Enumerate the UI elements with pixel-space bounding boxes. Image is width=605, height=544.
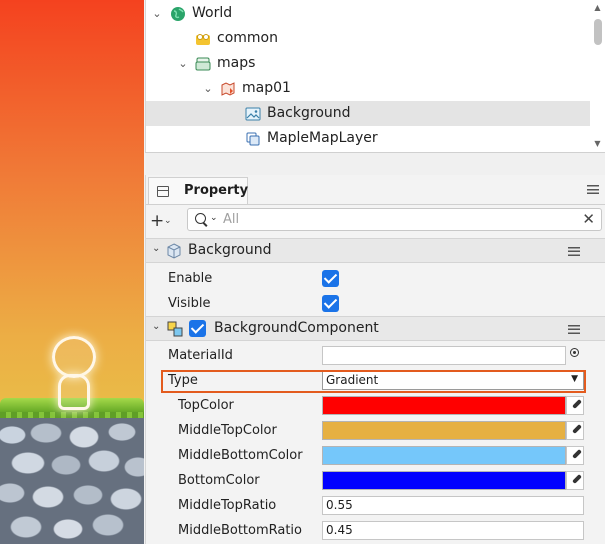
- chevron-down-icon[interactable]: ⌄: [152, 243, 160, 254]
- hierarchy-panel: ⌄ World common ⌄ maps ⌄ map01 Background: [145, 0, 605, 152]
- section-entity-background[interactable]: ⌄ Background: [146, 238, 605, 263]
- panel-splitter[interactable]: [145, 152, 605, 176]
- tree-item-common[interactable]: common: [146, 26, 590, 51]
- section-menu-icon[interactable]: [568, 247, 580, 256]
- tree-item-label: maps: [217, 55, 256, 71]
- scroll-up-icon[interactable]: ▲: [591, 2, 604, 14]
- archive-box-icon: [156, 186, 169, 197]
- tab-label: Property: [184, 183, 249, 198]
- chevron-down-icon[interactable]: ⌄: [210, 213, 218, 223]
- tree-item-label: Background: [267, 105, 351, 121]
- rocky-ground: [0, 405, 144, 544]
- chevron-down-icon[interactable]: ⌄: [176, 51, 190, 76]
- property-panel: Property + ⌄ ⌄ All ✕ ⌄ Background Enable…: [145, 175, 605, 544]
- bottomcolor-label: BottomColor: [178, 473, 260, 488]
- tree-item-maps[interactable]: ⌄ maps: [146, 51, 590, 76]
- chevron-down-icon[interactable]: ⌄: [150, 1, 164, 26]
- middletopratio-label: MiddleTopRatio: [178, 498, 277, 513]
- scroll-down-icon[interactable]: ▼: [591, 138, 604, 150]
- tree-item-label: World: [192, 5, 233, 21]
- middlebottomratio-field[interactable]: 0.45: [322, 521, 584, 540]
- middlebottomcolor-row: MiddleBottomColor: [146, 444, 590, 469]
- topcolor-swatch[interactable]: [322, 396, 566, 415]
- materialid-row: MaterialId: [146, 344, 590, 369]
- player-character: [46, 336, 98, 412]
- property-toolbar: + ⌄ ⌄ All ✕: [146, 206, 605, 236]
- scroll-thumb[interactable]: [594, 19, 602, 45]
- panel-menu-icon[interactable]: [587, 185, 599, 194]
- enable-label: Enable: [168, 271, 213, 286]
- visible-row: Visible: [146, 292, 590, 317]
- bottomcolor-swatch[interactable]: [322, 471, 566, 490]
- materialid-field[interactable]: [322, 346, 566, 365]
- tree-item-label: map01: [242, 80, 291, 96]
- eyedropper-icon[interactable]: [566, 446, 584, 465]
- component-enable-checkbox[interactable]: [189, 320, 206, 337]
- search-icon: [195, 213, 206, 224]
- section-label: Background: [188, 242, 272, 258]
- common-folder-icon: [195, 31, 211, 47]
- topcolor-row: TopColor: [146, 394, 590, 419]
- player-head: [52, 336, 96, 378]
- middlebottomcolor-swatch[interactable]: [322, 446, 566, 465]
- middletopratio-row: MiddleTopRatio 0.55: [146, 494, 590, 519]
- visible-checkbox[interactable]: [322, 295, 339, 312]
- globe-icon: [170, 6, 186, 22]
- grass-blades: [0, 412, 144, 418]
- tree-item-label: MapleMapLayer: [267, 130, 378, 146]
- middletopratio-field[interactable]: 0.55: [322, 496, 584, 515]
- visible-label: Visible: [168, 296, 211, 311]
- layer-icon: [245, 131, 261, 147]
- section-menu-icon[interactable]: [568, 325, 580, 334]
- entity-cube-icon: [166, 243, 182, 259]
- middletopcolor-label: MiddleTopColor: [178, 423, 277, 438]
- tab-property[interactable]: Property: [148, 177, 248, 205]
- eyedropper-icon[interactable]: [566, 421, 584, 440]
- chevron-down-icon[interactable]: ⌄: [201, 76, 215, 101]
- tree-scrollbar[interactable]: ▲ ▼: [591, 2, 604, 150]
- bottomcolor-row: BottomColor: [146, 469, 590, 494]
- tree-item-maplemaplayer[interactable]: MapleMapLayer: [146, 126, 590, 151]
- player-body: [58, 374, 90, 410]
- section-label: BackgroundComponent: [214, 320, 379, 336]
- tree-item-world[interactable]: ⌄ World: [146, 1, 590, 26]
- middletopcolor-row: MiddleTopColor: [146, 419, 590, 444]
- middlebottomratio-label: MiddleBottomRatio: [178, 523, 303, 538]
- map-icon: [220, 81, 236, 97]
- middlebottomratio-row: MiddleBottomRatio 0.45: [146, 519, 590, 544]
- maps-icon: [195, 56, 211, 72]
- clear-icon[interactable]: ✕: [582, 210, 595, 228]
- chevron-down-icon[interactable]: ⌄: [164, 216, 172, 226]
- image-icon: [245, 106, 261, 122]
- eyedropper-icon[interactable]: [566, 471, 584, 490]
- tab-divider: [146, 204, 605, 205]
- component-icon: [167, 321, 183, 337]
- middlebottomcolor-label: MiddleBottomColor: [178, 448, 303, 463]
- tree-item-map01[interactable]: ⌄ map01: [146, 76, 590, 101]
- enable-checkbox[interactable]: [322, 270, 339, 287]
- tree-item-label: common: [217, 30, 278, 46]
- search-placeholder: All: [223, 212, 240, 227]
- section-background-component[interactable]: ⌄ BackgroundComponent: [146, 316, 605, 341]
- add-component-button[interactable]: +: [150, 211, 164, 231]
- middletopcolor-swatch[interactable]: [322, 421, 566, 440]
- chevron-down-icon[interactable]: ⌄: [152, 321, 160, 332]
- game-scene-viewport[interactable]: [0, 0, 144, 544]
- materialid-label: MaterialId: [168, 348, 233, 363]
- tree-item-background[interactable]: Background: [146, 101, 590, 126]
- eyedropper-icon[interactable]: [566, 396, 584, 415]
- enable-row: Enable: [146, 267, 590, 292]
- target-picker-icon[interactable]: [570, 348, 579, 357]
- highlight-box: [161, 370, 586, 393]
- property-search-input[interactable]: ⌄ All ✕: [187, 208, 602, 231]
- topcolor-label: TopColor: [178, 398, 234, 413]
